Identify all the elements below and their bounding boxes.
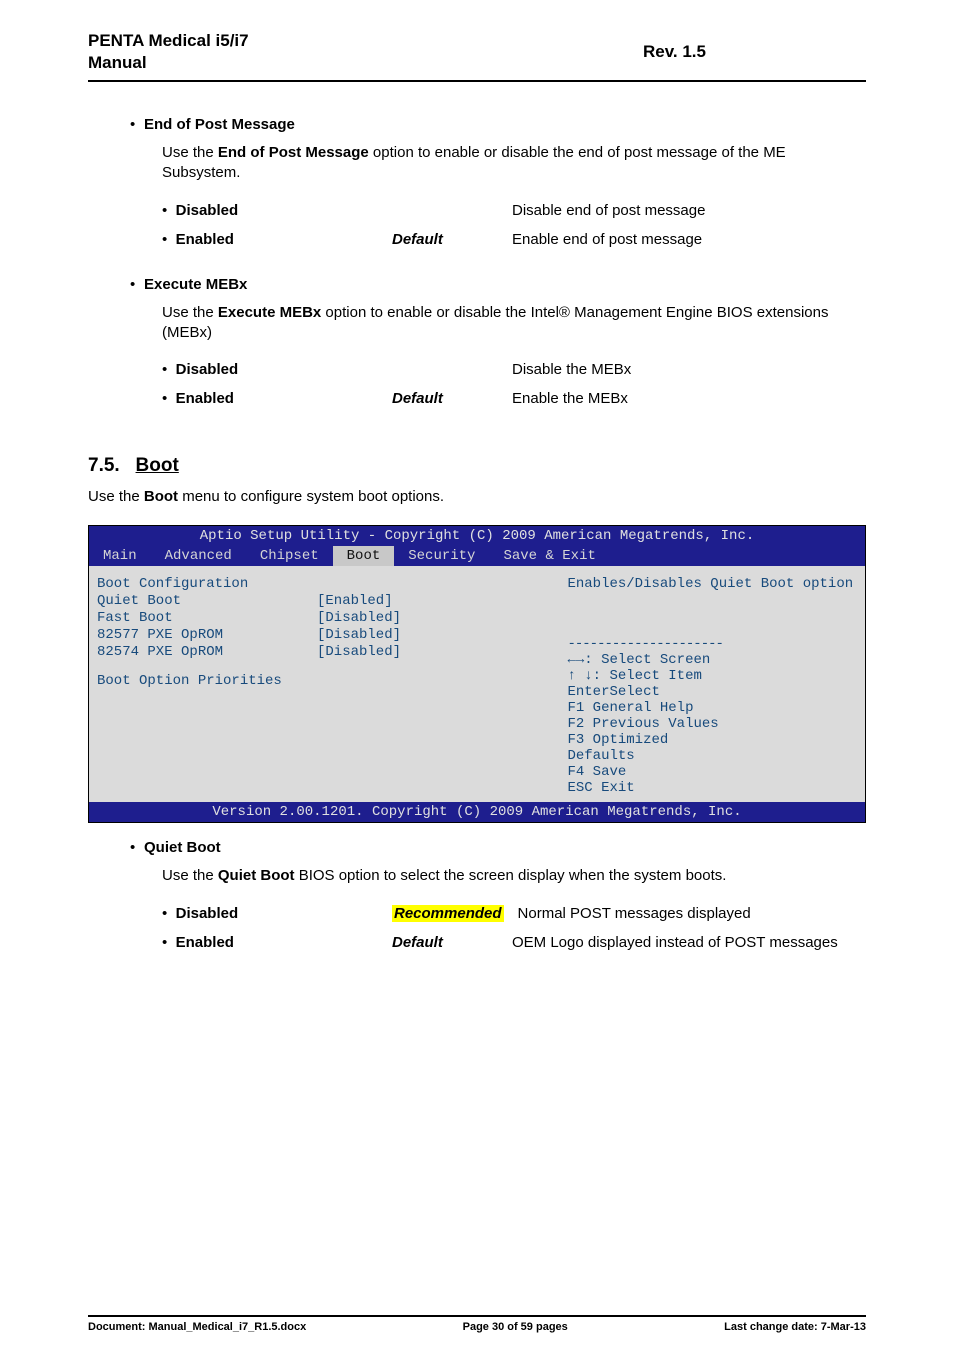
- bios-key-hint: F4 Save: [567, 764, 857, 780]
- bios-footer-bar: Version 2.00.1201. Copyright (C) 2009 Am…: [89, 802, 865, 822]
- qb-title: Quiet Boot: [144, 839, 221, 856]
- header-title-line1: PENTA Medical i5/i7: [88, 31, 249, 50]
- bios-key-hint: Defaults: [567, 748, 857, 764]
- section-end-of-post: • End of Post Message: [130, 116, 866, 133]
- bios-tab-boot: Boot: [333, 546, 395, 566]
- bios-subheading: Boot Option Priorities: [97, 673, 567, 689]
- option-tag: Default: [392, 231, 512, 248]
- option-name: Enabled: [176, 934, 234, 951]
- eop-option-disabled: • Disabled Disable end of post message: [162, 202, 866, 219]
- bios-tab-main: Main: [89, 546, 151, 566]
- option-name: Disabled: [176, 361, 239, 378]
- eop-description: Use the End of Post Message option to en…: [162, 143, 866, 184]
- qb-option-disabled: • Disabled Recommended Normal POST messa…: [162, 905, 866, 922]
- bios-key-hint: F3 Optimized: [567, 732, 857, 748]
- bios-tab-save-exit: Save & Exit: [489, 546, 609, 566]
- bios-tab-bar: Main Advanced Chipset Boot Security Save…: [89, 546, 865, 566]
- option-desc: Disable the MEBx: [512, 361, 866, 378]
- option-tag: Default: [392, 934, 512, 951]
- bullet-icon: •: [162, 202, 167, 219]
- mebx-title: Execute MEBx: [144, 276, 247, 293]
- bullet-icon: •: [162, 361, 167, 378]
- heading-number: 7.5.: [88, 455, 120, 476]
- footer-date: Last change date: 7-Mar-13: [724, 1321, 866, 1333]
- option-name: Enabled: [176, 390, 234, 407]
- option-desc: Normal POST messages displayed: [518, 905, 866, 922]
- heading-title: Boot: [136, 455, 179, 476]
- header-title: PENTA Medical i5/i7 Manual: [88, 30, 249, 74]
- eop-option-enabled: • Enabled Default Enable end of post mes…: [162, 231, 866, 248]
- bios-key-hint: ←→: Select Screen: [567, 652, 857, 668]
- mebx-option-disabled: • Disabled Disable the MEBx: [162, 361, 866, 378]
- bullet-icon: •: [130, 839, 144, 856]
- bios-tab-security: Security: [394, 546, 489, 566]
- eop-title: End of Post Message: [144, 116, 295, 133]
- footer-document: Document: Manual_Medical_i7_R1.5.docx: [88, 1321, 306, 1333]
- option-desc: Disable end of post message: [512, 202, 866, 219]
- option-tag: [392, 202, 512, 219]
- option-desc: Enable the MEBx: [512, 390, 866, 407]
- bios-row: Quiet Boot[Enabled]: [97, 593, 567, 609]
- qb-description: Use the Quiet Boot BIOS option to select…: [162, 866, 866, 886]
- option-name: Enabled: [176, 231, 234, 248]
- bios-section-heading: Boot Configuration: [97, 576, 567, 592]
- page-footer: Document: Manual_Medical_i7_R1.5.docx Pa…: [88, 1315, 866, 1333]
- footer-page: Page 30 of 59 pages: [463, 1321, 568, 1333]
- bios-key-hint: F2 Previous Values: [567, 716, 857, 732]
- page-header: PENTA Medical i5/i7 Manual Rev. 1.5: [88, 30, 866, 82]
- mebx-description: Use the Execute MEBx option to enable or…: [162, 303, 866, 344]
- section-quiet-boot: • Quiet Boot: [130, 839, 866, 856]
- bullet-icon: •: [130, 116, 144, 133]
- bios-help-text: Enables/Disables Quiet Boot option: [567, 576, 857, 592]
- bios-screenshot: Aptio Setup Utility - Copyright (C) 2009…: [88, 525, 866, 823]
- bios-title-bar: Aptio Setup Utility - Copyright (C) 2009…: [89, 526, 865, 546]
- bios-key-hint: F1 General Help: [567, 700, 857, 716]
- bios-left-pane: Boot Configuration Quiet Boot[Enabled] F…: [97, 576, 567, 796]
- mebx-option-enabled: • Enabled Default Enable the MEBx: [162, 390, 866, 407]
- bullet-icon: •: [162, 390, 167, 407]
- bios-row: 82574 PXE OpROM[Disabled]: [97, 644, 567, 660]
- header-title-line2: Manual: [88, 53, 147, 72]
- boot-intro: Use the Boot menu to configure system bo…: [88, 487, 866, 507]
- bios-right-pane: Enables/Disables Quiet Boot option -----…: [567, 576, 857, 796]
- bios-key-hint: EnterSelect: [567, 684, 857, 700]
- header-revision: Rev. 1.5: [643, 42, 706, 62]
- bios-tab-chipset: Chipset: [246, 546, 333, 566]
- option-desc: Enable end of post message: [512, 231, 866, 248]
- bios-tab-advanced: Advanced: [151, 546, 246, 566]
- bios-row: 82577 PXE OpROM[Disabled]: [97, 627, 567, 643]
- bullet-icon: •: [162, 934, 167, 951]
- bullet-icon: •: [162, 231, 167, 248]
- qb-option-enabled: • Enabled Default OEM Logo displayed ins…: [162, 934, 866, 951]
- bios-key-hint: ESC Exit: [567, 780, 857, 796]
- option-tag: Default: [392, 390, 512, 407]
- option-tag: [392, 361, 512, 378]
- option-name: Disabled: [176, 202, 239, 219]
- bios-row: Fast Boot[Disabled]: [97, 610, 567, 626]
- bullet-icon: •: [130, 276, 144, 293]
- bios-divider: ---------------------: [567, 636, 857, 652]
- option-tag-recommended: Recommended: [392, 905, 504, 922]
- section-execute-mebx: • Execute MEBx: [130, 276, 866, 293]
- option-name: Disabled: [176, 905, 239, 922]
- bullet-icon: •: [162, 905, 167, 922]
- bios-key-hint: ↑ ↓: Select Item: [567, 668, 857, 684]
- heading-boot: 7.5. Boot: [88, 455, 866, 477]
- option-desc: OEM Logo displayed instead of POST messa…: [512, 934, 866, 951]
